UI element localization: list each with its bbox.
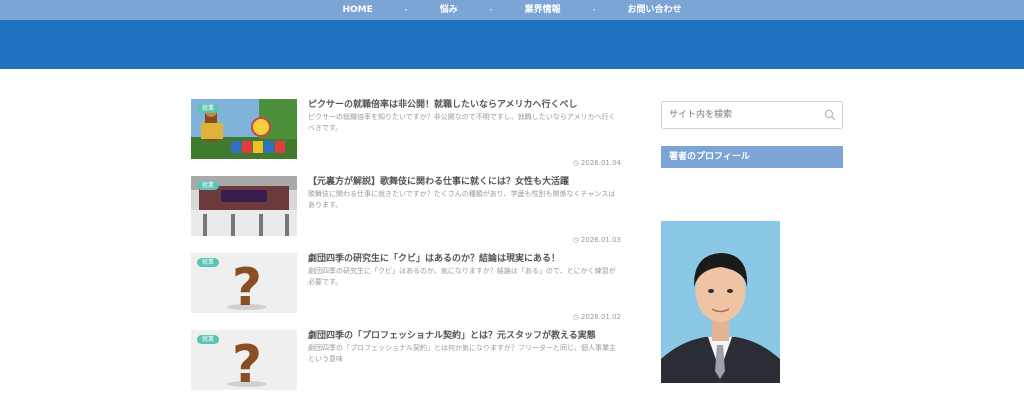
nav-item-contact[interactable]: お問い合わせ <box>595 0 713 20</box>
post-title[interactable]: ピクサーの就職倍率は非公開！就職したいならアメリカへ行くべし <box>308 99 618 111</box>
post-list: 就業 ピクサーの就職倍率は非公開！就職したいならアメリカへ行くべし ピクサーの就… <box>191 99 623 393</box>
post-excerpt: 歌舞伎に関わる仕事に就きたいですか？たくさんの種類があり、学歴も性別も関係なくチ… <box>308 190 616 209</box>
post-excerpt: 劇団四季の研究生に「クビ」はあるのか、気になりますか？結論は「ある」ので、とにか… <box>308 267 616 286</box>
post-date: ◷ 2026.01.03 <box>572 236 621 244</box>
category-badge[interactable]: 就業 <box>197 258 220 267</box>
svg-text:?: ? <box>232 258 262 313</box>
clock-icon: ◷ <box>572 236 579 244</box>
post-thumbnail-question[interactable]: ? 就業 <box>191 330 297 390</box>
post-thumbnail-theater[interactable]: 就業 <box>191 176 297 236</box>
category-badge[interactable]: 就業 <box>197 335 220 344</box>
post-thumbnail-question[interactable]: ? 就業 <box>191 253 297 313</box>
category-badge[interactable]: 就業 <box>197 181 220 190</box>
clock-icon: ◷ <box>572 313 579 321</box>
post-date: ◷ 2026.01.04 <box>572 159 621 167</box>
post-date: ◷ 2026.01.02 <box>572 313 621 321</box>
post-card[interactable]: ? 就業 劇団四季の研究生に「クビ」はあるのか？結論は現実にある！ 劇団四季の研… <box>191 253 623 330</box>
post-card[interactable]: ? 就業 劇団四季の「プロフェッショナル契約」とは？元スタッフが教える実態 劇団… <box>191 330 623 393</box>
post-title[interactable]: 劇団四季の研究生に「クビ」はあるのか？結論は現実にある！ <box>308 253 618 265</box>
author-portrait <box>661 221 780 383</box>
category-badge[interactable]: 就業 <box>197 104 220 113</box>
svg-text:?: ? <box>232 335 262 390</box>
search-icon[interactable] <box>824 109 836 121</box>
post-card[interactable]: 就業 ピクサーの就職倍率は非公開！就職したいならアメリカへ行くべし ピクサーの就… <box>191 99 623 176</box>
sidebar: 著者のプロフィール <box>661 101 843 383</box>
post-excerpt: 劇団四季の「プロフェッショナル契約」とは何か気になりますか？フリーターと同じ、個… <box>308 344 616 363</box>
author-portrait-image <box>661 221 780 383</box>
post-title[interactable]: 【元裏方が解説】歌舞伎に関わる仕事に就くには？女性も大活躍 <box>308 176 618 188</box>
post-card[interactable]: 就業 【元裏方が解説】歌舞伎に関わる仕事に就くには？女性も大活躍 歌舞伎に関わる… <box>191 176 623 253</box>
top-nav: HOME - 悩み - 業界情報 - お問い合わせ <box>0 0 1024 20</box>
clock-icon: ◷ <box>572 159 579 167</box>
post-thumbnail-toy-story-land[interactable]: 就業 <box>191 99 297 159</box>
nav-item-home[interactable]: HOME <box>310 0 404 20</box>
site-header-band <box>0 20 1024 69</box>
search-input[interactable] <box>662 102 812 128</box>
post-excerpt: ピクサーの就職倍率を知りたいですか？非公開なので不明ですし、就職したいならアメリ… <box>308 113 616 132</box>
nav-item-industry-info[interactable]: 業界情報 <box>493 0 593 20</box>
search-box <box>661 101 843 129</box>
profile-heading: 著者のプロフィール <box>661 146 843 168</box>
nav-list: HOME - 悩み - 業界情報 - お問い合わせ <box>310 0 713 20</box>
nav-item-worries[interactable]: 悩み <box>408 0 490 20</box>
post-title[interactable]: 劇団四季の「プロフェッショナル契約」とは？元スタッフが教える実態 <box>308 330 618 342</box>
